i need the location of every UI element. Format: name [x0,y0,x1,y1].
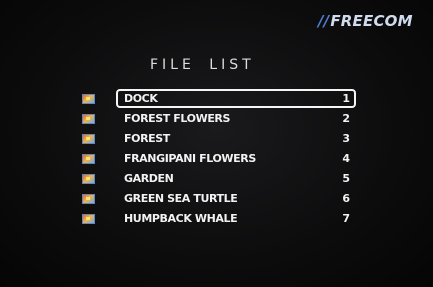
file-list-item[interactable]: FOREST 3 [78,130,360,150]
image-file-icon [82,194,95,204]
image-file-icon [82,134,95,144]
file-list-item[interactable]: FOREST FLOWERS 2 [78,110,360,130]
brand-logo: //FREECOM [318,12,428,32]
file-list-item[interactable]: DOCK 1 [78,89,360,110]
brand-logo-name: FREECOM [330,12,413,30]
file-number: 1 [342,92,350,105]
file-list-item[interactable]: GREEN SEA TURTLE 6 [78,190,360,210]
brand-logo-slashes: // [318,12,330,30]
file-list-item[interactable]: HUMPBACK WHALE 7 [78,210,360,230]
file-name: DOCK [124,92,158,105]
image-file-icon [82,174,95,184]
tv-screen: //FREECOM FILE LIST DOCK 1 FOREST FLOWER… [0,0,433,287]
file-name: HUMPBACK WHALE [124,212,238,225]
file-number: 5 [342,172,350,185]
image-file-icon [82,94,95,104]
file-number: 4 [342,152,350,165]
file-number: 2 [342,112,350,125]
image-file-icon [82,114,95,124]
file-name: FOREST [124,132,170,145]
file-list-item[interactable]: GARDEN 5 [78,170,360,190]
file-number: 7 [342,212,350,225]
file-name: GARDEN [124,172,174,185]
file-name: FOREST FLOWERS [124,112,231,125]
image-file-icon [82,214,95,224]
file-list-item[interactable]: FRANGIPANI FLOWERS 4 [78,150,360,170]
file-number: 6 [342,192,350,205]
file-number: 3 [342,132,350,145]
file-name: GREEN SEA TURTLE [124,192,238,205]
file-name: FRANGIPANI FLOWERS [124,152,256,165]
page-title: FILE LIST [150,57,255,73]
image-file-icon [82,154,95,164]
file-list: DOCK 1 FOREST FLOWERS 2 FOREST 3 FRANGIP… [78,89,360,230]
